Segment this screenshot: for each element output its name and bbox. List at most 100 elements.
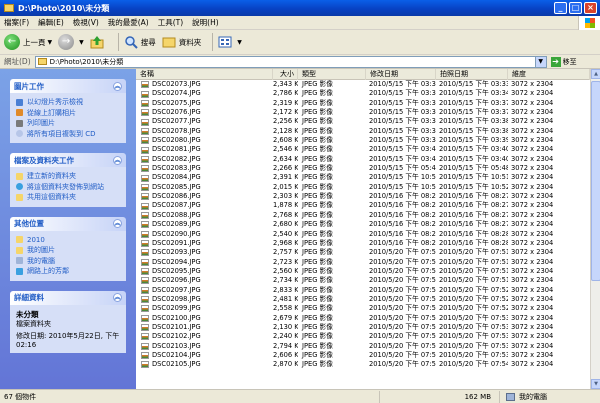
table-row[interactable]: DSC02101.JPG 2,130 KB JPEG 影像 2010/5/20 下午 … — [136, 323, 590, 332]
print-pictures-link[interactable]: 列印圖片 — [16, 118, 120, 129]
column-taken[interactable]: 拍照日期 — [436, 69, 508, 80]
table-row[interactable]: DSC02098.JPG 2,481 KB JPEG 影像 2010/5/20 下午 … — [136, 295, 590, 304]
table-row[interactable]: DSC02081.JPG 2,546 KB JPEG 影像 2010/5/15 下午 … — [136, 145, 590, 154]
collapse-icon[interactable]: ︽ — [113, 219, 122, 228]
table-row[interactable]: DSC02082.JPG 2,634 KB JPEG 影像 2010/5/15 下午 … — [136, 155, 590, 164]
folder-icon — [16, 236, 23, 244]
table-row[interactable]: DSC02077.JPG 2,256 KB JPEG 影像 2010/5/15 下午 … — [136, 117, 590, 126]
file-modified: 2010/5/15 下午 10:52 — [369, 182, 436, 191]
file-dimensions: 3072 x 2304 — [511, 173, 554, 182]
file-name: DSC02086.JPG — [152, 192, 201, 201]
file-name-cell: DSC02098.JPG — [136, 295, 273, 304]
table-row[interactable]: DSC02094.JPG 2,723 KB JPEG 影像 2010/5/20 下午 … — [136, 258, 590, 267]
menu-file[interactable]: 檔案(F) — [4, 17, 29, 28]
column-type[interactable]: 類型 — [298, 69, 366, 80]
close-button[interactable]: × — [584, 2, 597, 14]
forward-button[interactable]: → ▼ — [58, 34, 84, 50]
chevron-down-icon[interactable]: ▼ — [79, 39, 84, 46]
file-tasks-header[interactable]: 檔案及資料夾工作 ︽ — [10, 153, 126, 167]
collapse-icon[interactable]: ︽ — [113, 81, 122, 91]
table-row[interactable]: DSC02080.JPG 2,608 KB JPEG 影像 2010/5/15 下午 … — [136, 136, 590, 145]
table-row[interactable]: DSC02091.JPG 2,968 KB JPEG 影像 2010/5/16 下午 … — [136, 239, 590, 248]
table-row[interactable]: DSC02087.JPG 1,878 KB JPEG 影像 2010/5/16 下午 … — [136, 201, 590, 210]
file-name: DSC02084.JPG — [152, 173, 201, 182]
table-row[interactable]: DSC02103.JPG 2,794 KB JPEG 影像 2010/5/20 下午 … — [136, 342, 590, 351]
table-row[interactable]: DSC02102.JPG 2,240 KB JPEG 影像 2010/5/20 下午 … — [136, 332, 590, 341]
slideshow-link[interactable]: 以幻燈片秀示檢視 — [16, 97, 120, 108]
maximize-button[interactable]: □ — [569, 2, 582, 14]
table-row[interactable]: DSC02073.JPG 2,343 KB JPEG 影像 2010/5/15 下午 … — [136, 80, 590, 89]
table-row[interactable]: DSC02097.JPG 2,833 KB JPEG 影像 2010/5/20 下午 … — [136, 286, 590, 295]
menu-tools[interactable]: 工具(T) — [158, 17, 183, 28]
column-name[interactable]: 名稱 — [136, 69, 273, 80]
menu-view[interactable]: 檢視(V) — [73, 17, 99, 28]
file-modified: 2010/5/20 下午 07:54 — [369, 360, 436, 369]
views-button[interactable]: ▼ — [218, 35, 242, 49]
file-type: JPEG 影像 — [302, 80, 333, 88]
file-modified: 2010/5/16 下午 08:27 — [369, 210, 436, 219]
column-size[interactable]: 大小 — [273, 69, 298, 80]
table-row[interactable]: DSC02100.JPG 2,679 KB JPEG 影像 2010/5/20 下午 … — [136, 314, 590, 323]
file-name: DSC02081.JPG — [152, 145, 201, 154]
back-button[interactable]: ← 上一頁 ▼ — [4, 34, 52, 50]
minimize-button[interactable]: _ — [554, 2, 567, 14]
table-row[interactable]: DSC02095.JPG 2,560 KB JPEG 影像 2010/5/20 下午 … — [136, 267, 590, 276]
file-taken: 2010/5/15 下午 10:52 — [439, 182, 508, 191]
menu-edit[interactable]: 編輯(E) — [38, 17, 64, 28]
chevron-down-icon[interactable]: ▼ — [48, 39, 53, 46]
file-name: DSC02085.JPG — [152, 182, 201, 191]
table-row[interactable]: DSC02099.JPG 2,558 KB JPEG 影像 2010/5/20 下午 … — [136, 304, 590, 313]
table-row[interactable]: DSC02076.JPG 2,172 KB JPEG 影像 2010/5/15 下午 … — [136, 108, 590, 117]
new-folder-link[interactable]: 建立新的資料夾 — [16, 171, 120, 182]
place-2010-link[interactable]: 2010 — [16, 235, 120, 246]
column-dimensions[interactable]: 維度 — [508, 69, 590, 80]
file-dimensions: 3072 x 2304 — [511, 117, 554, 126]
publish-web-link[interactable]: 將這個資料夾發佈到網站 — [16, 182, 120, 193]
column-modified[interactable]: 修改日期 — [366, 69, 436, 80]
table-row[interactable]: DSC02083.JPG 2,266 KB JPEG 影像 2010/5/15 下午 … — [136, 164, 590, 173]
my-computer-link[interactable]: 我的電腦 — [16, 256, 120, 267]
scroll-down-button[interactable]: ▼ — [591, 379, 600, 389]
table-row[interactable]: DSC02105.JPG 2,870 KB JPEG 影像 2010/5/20 下午 … — [136, 360, 590, 369]
table-row[interactable]: DSC02085.JPG 2,015 KB JPEG 影像 2010/5/15 下午 … — [136, 183, 590, 192]
address-input[interactable]: D:\Photo\2010\未分類 ▼ — [34, 55, 547, 68]
table-row[interactable]: DSC02089.JPG 2,680 KB JPEG 影像 2010/5/16 下午 … — [136, 220, 590, 229]
file-name-cell: DSC02084.JPG — [136, 173, 273, 182]
up-button[interactable] — [90, 35, 107, 49]
copy-to-cd-link[interactable]: 將所有項目複製到 CD — [16, 129, 120, 140]
order-prints-link[interactable]: 從線上訂購相片 — [16, 108, 120, 119]
table-row[interactable]: DSC02084.JPG 2,391 KB JPEG 影像 2010/5/15 下午 … — [136, 173, 590, 182]
vertical-scrollbar[interactable]: ▲ ▼ — [590, 69, 600, 389]
table-row[interactable]: DSC02086.JPG 2,303 KB JPEG 影像 2010/5/16 下午 … — [136, 192, 590, 201]
table-row[interactable]: DSC02090.JPG 2,540 KB JPEG 影像 2010/5/16 下午 … — [136, 230, 590, 239]
table-row[interactable]: DSC02075.JPG 2,319 KB JPEG 影像 2010/5/15 下午 … — [136, 99, 590, 108]
picture-tasks-header[interactable]: 圖片工作 ︽ — [10, 79, 126, 93]
scroll-up-button[interactable]: ▲ — [591, 69, 600, 79]
search-button[interactable]: 搜尋 — [124, 35, 156, 49]
folders-button[interactable]: 資料夾 — [162, 35, 201, 49]
other-places-header[interactable]: 其他位置 ︽ — [10, 216, 126, 231]
menu-help[interactable]: 說明(H) — [192, 17, 219, 28]
table-row[interactable]: DSC02096.JPG 2,734 KB JPEG 影像 2010/5/20 下午 … — [136, 276, 590, 285]
my-pictures-link[interactable]: 我的圖片 — [16, 245, 120, 256]
file-type: JPEG 影像 — [302, 313, 333, 322]
details-header[interactable]: 詳細資料 ︽ — [10, 290, 126, 305]
folder-icon — [162, 37, 176, 48]
table-row[interactable]: DSC02093.JPG 2,757 KB JPEG 影像 2010/5/20 下午 … — [136, 248, 590, 257]
table-row[interactable]: DSC02074.JPG 2,786 KB JPEG 影像 2010/5/15 下午 … — [136, 89, 590, 98]
collapse-icon[interactable]: ︽ — [113, 155, 122, 165]
table-row[interactable]: DSC02088.JPG 2,768 KB JPEG 影像 2010/5/16 下午 … — [136, 211, 590, 220]
collapse-icon[interactable]: ︽ — [113, 293, 122, 302]
file-modified: 2010/5/16 下午 08:27 — [369, 192, 436, 201]
scroll-thumb[interactable] — [591, 81, 600, 281]
chevron-down-icon[interactable]: ▼ — [534, 56, 546, 67]
jpeg-file-icon — [141, 258, 149, 266]
share-folder-link[interactable]: 共用這個資料夾 — [16, 192, 120, 203]
chevron-down-icon[interactable]: ▼ — [237, 39, 242, 46]
network-places-link[interactable]: 網路上的芳鄰 — [16, 266, 120, 277]
go-button[interactable]: ➔ 移至 — [550, 56, 577, 67]
table-row[interactable]: DSC02078.JPG 2,128 KB JPEG 影像 2010/5/15 下午 … — [136, 127, 590, 136]
file-taken: 2010/5/15 下午 03:40 — [439, 154, 508, 163]
menu-favorites[interactable]: 我的最愛(A) — [108, 17, 149, 28]
table-row[interactable]: DSC02104.JPG 2,606 KB JPEG 影像 2010/5/20 下午 … — [136, 351, 590, 360]
